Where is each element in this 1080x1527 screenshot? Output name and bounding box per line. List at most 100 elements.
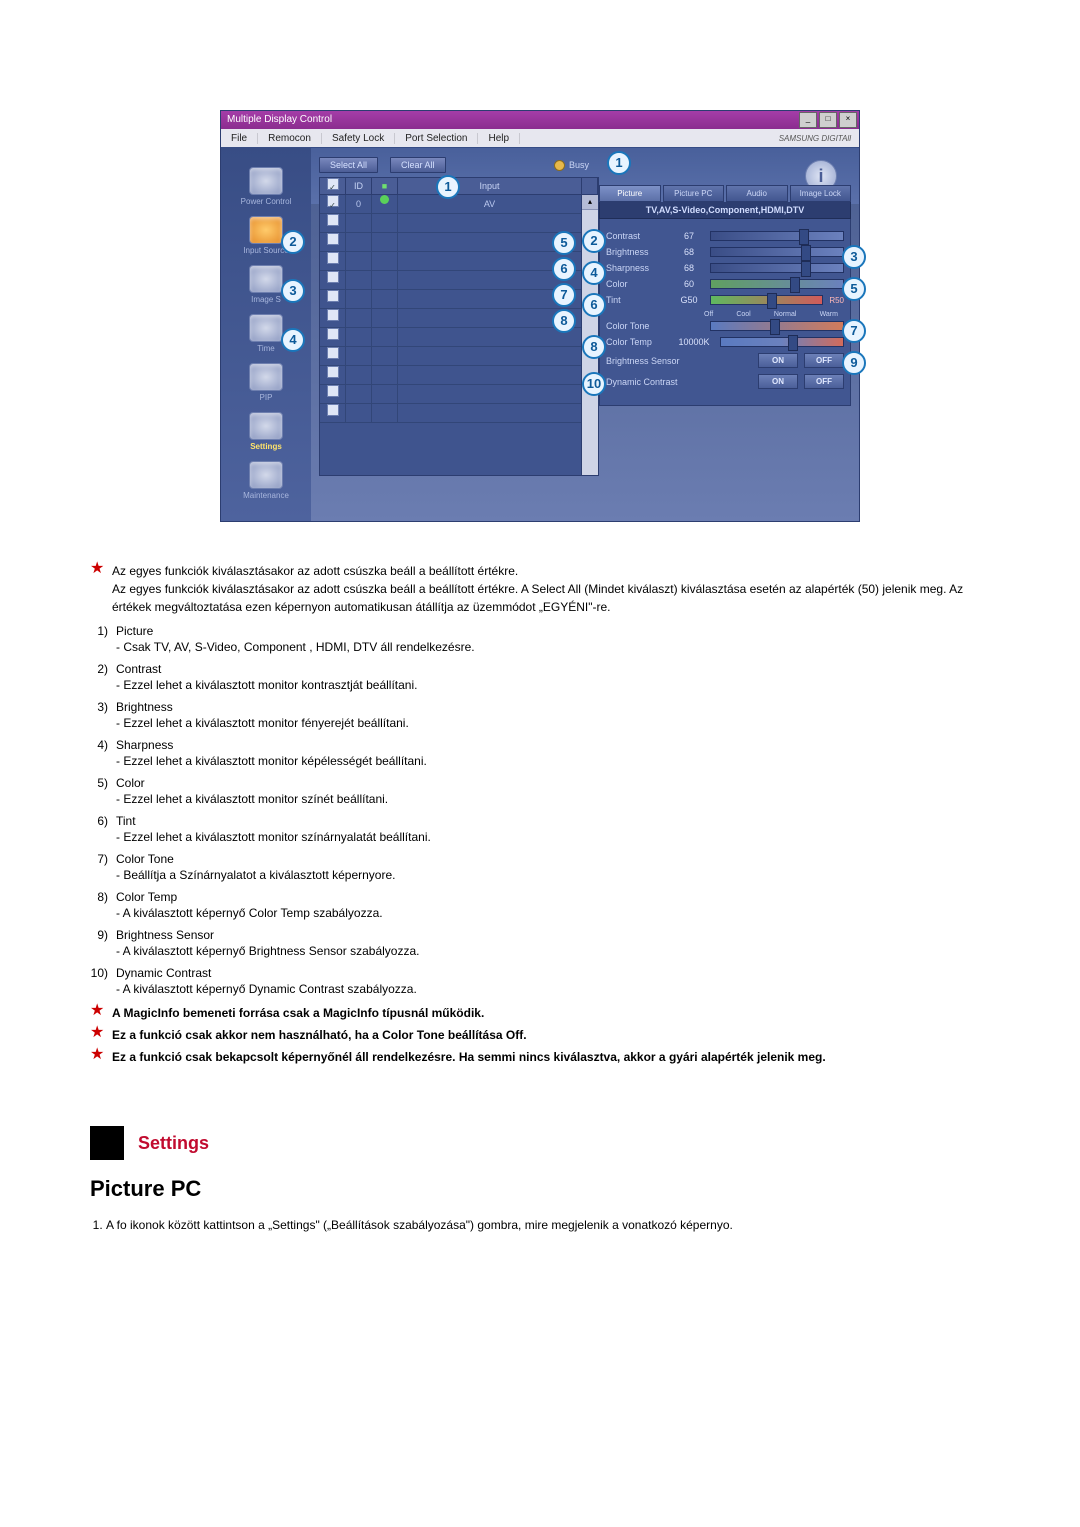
star-note: ★ Az egyes funkciók kiválasztásakor az a…: [90, 562, 990, 616]
callout-4b: 4: [582, 261, 606, 285]
callout-8a: 8: [552, 309, 576, 333]
tab-picture[interactable]: Picture: [599, 185, 661, 202]
bs-on-button[interactable]: ON: [758, 353, 798, 368]
row-brightness: Brightness 68 3: [606, 247, 844, 257]
row-color: Color 60 5: [606, 279, 844, 289]
menu-port[interactable]: Port Selection: [395, 133, 478, 144]
app-window: Multiple Display Control _ □ × File Remo…: [220, 110, 860, 522]
callout-6b: 6: [582, 293, 606, 317]
sidebar-input[interactable]: Input Source 2: [221, 212, 311, 259]
menubar: File Remocon Safety Lock Port Selection …: [221, 129, 859, 147]
subheader: TV,AV,S-Video,Component,HDMI,DTV: [599, 202, 851, 219]
sidebar: Power Control Input Source 2 Image S 3 T…: [221, 147, 311, 521]
sidebar-power[interactable]: Power Control: [221, 163, 311, 210]
minimize-button[interactable]: _: [799, 112, 817, 128]
section-header: Settings: [90, 1126, 990, 1160]
star-icon: ★: [90, 1048, 104, 1066]
dc-off-button[interactable]: OFF: [804, 374, 844, 389]
col-check: [320, 178, 346, 194]
settings-icon: [249, 412, 283, 440]
status-dot-icon: [380, 195, 389, 204]
sidebar-image[interactable]: Image S 3: [221, 261, 311, 308]
row-contrast: 2 Contrast 67: [606, 231, 844, 241]
color-slider[interactable]: [710, 279, 844, 289]
brightness-slider[interactable]: [710, 247, 844, 257]
section-title: Settings: [138, 1133, 209, 1154]
row-color-tone: Off Cool Normal Warm Color Tone 7: [606, 321, 844, 331]
sidebar-pip[interactable]: PIP: [221, 359, 311, 406]
doc-title: Picture PC: [90, 1176, 990, 1202]
maintenance-icon: [249, 461, 283, 489]
callout-3a: 3: [281, 279, 305, 303]
brand-label: SAMSUNG DIGITAll: [779, 134, 859, 143]
menu-safety[interactable]: Safety Lock: [322, 133, 395, 144]
window-buttons: _ □ ×: [799, 112, 859, 128]
callout-7b: 7: [842, 319, 866, 343]
section-icon: [90, 1126, 124, 1160]
close-button[interactable]: ×: [839, 112, 857, 128]
select-all-button[interactable]: Select All: [319, 157, 378, 173]
star-icon: ★: [90, 1004, 104, 1022]
callout-7a: 7: [552, 283, 576, 307]
sidebar-maintenance[interactable]: Maintenance: [221, 457, 311, 504]
sidebar-time[interactable]: Time 4: [221, 310, 311, 357]
star-icon: ★: [90, 1026, 104, 1044]
pip-icon: [249, 363, 283, 391]
menu-file[interactable]: File: [221, 133, 258, 144]
callout-1a: 1: [436, 175, 460, 199]
grid-body: 0 AV: [319, 195, 599, 476]
callout-1b: 1: [607, 151, 631, 175]
input-icon: [249, 216, 283, 244]
star-note-bold: ★A MagicInfo bemeneti forrása csak a Mag…: [90, 1004, 990, 1022]
sidebar-settings[interactable]: Settings: [221, 408, 311, 455]
callout-5b: 5: [842, 277, 866, 301]
col-scroll: [582, 178, 598, 194]
bs-off-button[interactable]: OFF: [804, 353, 844, 368]
menu-remocon[interactable]: Remocon: [258, 133, 322, 144]
scroll-up-button[interactable]: ▴: [582, 195, 598, 210]
tab-image-lock[interactable]: Image Lock: [790, 185, 852, 202]
row-dynamic-contrast: 10 Dynamic Contrast ON OFF: [606, 374, 844, 389]
row-brightness-sensor: Brightness Sensor ON OFF 9: [606, 353, 844, 368]
callout-3b: 3: [842, 245, 866, 269]
controls-area: 2 Contrast 67 Brightness 68 3 4: [599, 219, 851, 406]
tab-picture-pc[interactable]: Picture PC: [663, 185, 725, 202]
callout-4a: 4: [281, 328, 305, 352]
tab-audio[interactable]: Audio: [726, 185, 788, 202]
callout-5a: 5: [552, 231, 576, 255]
clear-all-button[interactable]: Clear All: [390, 157, 446, 173]
row-tint: 6 Tint G50 R50: [606, 295, 844, 305]
grid-row[interactable]: 0 AV: [320, 195, 598, 214]
busy-dot-icon: [554, 160, 565, 171]
callout-10: 10: [582, 372, 606, 396]
row-color-temp: 8 Color Temp 10000K: [606, 337, 844, 347]
col-id: ID: [346, 178, 372, 194]
steps-list: A fo ikonok között kattintson a „Setting…: [106, 1216, 990, 1234]
tint-slider[interactable]: [710, 295, 823, 305]
dc-on-button[interactable]: ON: [758, 374, 798, 389]
right-panel: 1 Picture Picture PC Audio Image Lock TV…: [599, 147, 859, 521]
step-item: A fo ikonok között kattintson a „Setting…: [106, 1216, 990, 1234]
contrast-slider[interactable]: [710, 231, 844, 241]
titlebar: Multiple Display Control _ □ ×: [221, 111, 859, 129]
power-icon: [249, 167, 283, 195]
maximize-button[interactable]: □: [819, 112, 837, 128]
callout-6a: 6: [552, 257, 576, 281]
col-input: Input: [398, 178, 582, 194]
callout-2a: 2: [281, 230, 305, 254]
row-checkbox[interactable]: [327, 195, 339, 207]
callout-8b: 8: [582, 335, 606, 359]
sharpness-slider[interactable]: [710, 263, 844, 273]
col-status: ■: [372, 178, 398, 194]
star-icon: ★: [90, 562, 104, 616]
header-checkbox[interactable]: [327, 178, 339, 190]
menu-help[interactable]: Help: [478, 133, 520, 144]
busy-indicator: Busy: [554, 160, 589, 171]
color-tone-slider[interactable]: [710, 321, 844, 331]
star-note-bold: ★Ez a funkció csak akkor nem használható…: [90, 1026, 990, 1044]
display-grid-area: Select All Clear All Busy 1 ID ■ Input: [311, 147, 599, 521]
screenshot-container: Multiple Display Control _ □ × File Remo…: [220, 110, 860, 522]
callout-2b: 2: [582, 229, 606, 253]
color-temp-slider[interactable]: [720, 337, 844, 347]
row-sharpness: 4 Sharpness 68: [606, 263, 844, 273]
